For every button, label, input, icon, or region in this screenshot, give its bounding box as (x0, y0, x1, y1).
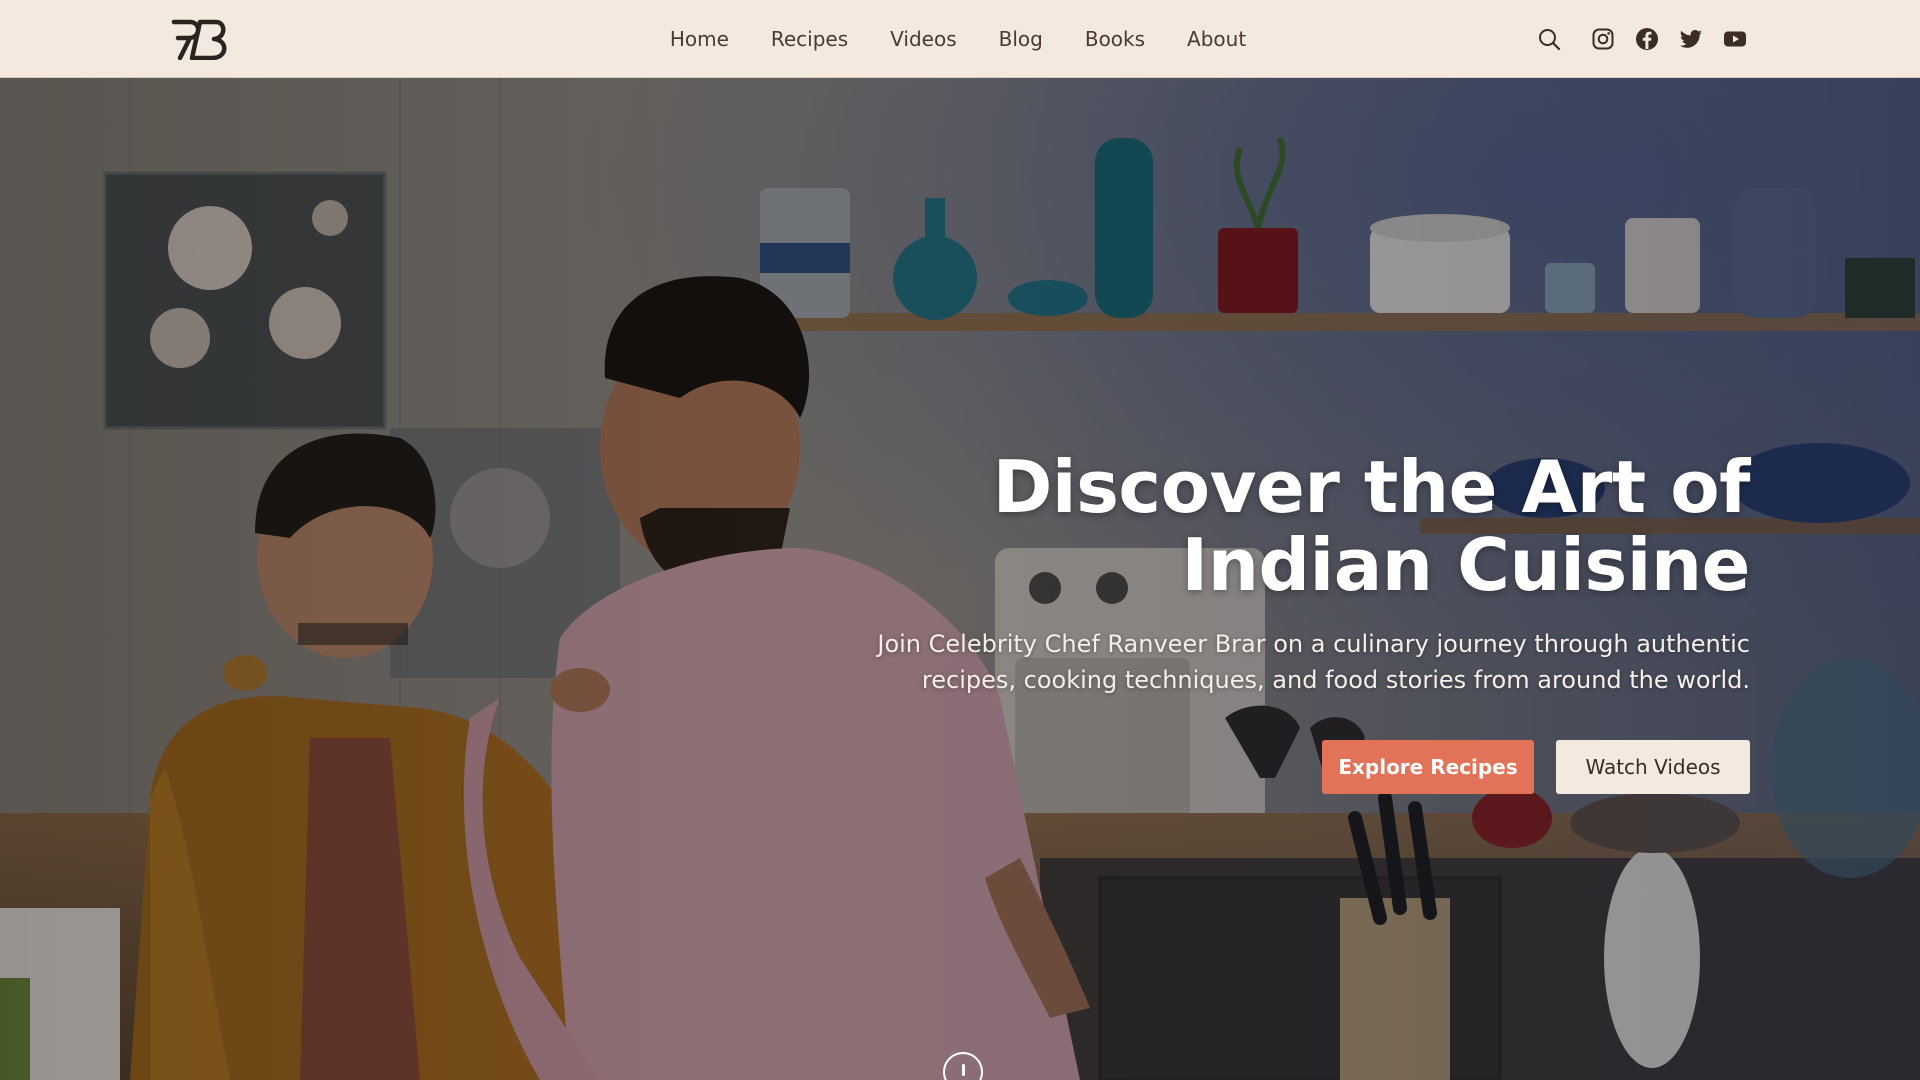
nav-link-about[interactable]: About (1187, 27, 1246, 51)
explore-recipes-button[interactable]: Explore Recipes (1322, 740, 1534, 794)
scroll-indicator-dot (962, 1064, 965, 1076)
hero-section: Discover the Art of Indian Cuisine Join … (0, 78, 1920, 1080)
top-navbar: Home Recipes Videos Blog Books About (0, 0, 1920, 78)
brand-logo[interactable] (170, 18, 236, 60)
nav-icon-group (1537, 27, 1747, 51)
nav-link-blog[interactable]: Blog (999, 27, 1043, 51)
hero-cta-group: Explore Recipes Watch Videos (850, 740, 1750, 794)
facebook-icon[interactable] (1635, 27, 1659, 51)
hero-subtitle: Join Celebrity Chef Ranveer Brar on a cu… (877, 630, 1750, 694)
nav-link-videos[interactable]: Videos (890, 27, 956, 51)
nav-link-home[interactable]: Home (670, 27, 729, 51)
nav-link-recipes[interactable]: Recipes (771, 27, 848, 51)
hero-title-line-1: Discover the Art of (992, 445, 1751, 529)
search-icon[interactable] (1537, 27, 1561, 51)
hero-title-line-2: Indian Cuisine (1181, 523, 1750, 607)
hero-content: Discover the Art of Indian Cuisine Join … (850, 445, 1751, 794)
youtube-icon[interactable] (1723, 27, 1747, 51)
instagram-icon[interactable] (1591, 27, 1615, 51)
nav-link-books[interactable]: Books (1085, 27, 1145, 51)
watch-videos-button[interactable]: Watch Videos (1556, 740, 1750, 794)
hero-title: Discover the Art of Indian Cuisine (850, 445, 1751, 607)
twitter-icon[interactable] (1679, 27, 1703, 51)
